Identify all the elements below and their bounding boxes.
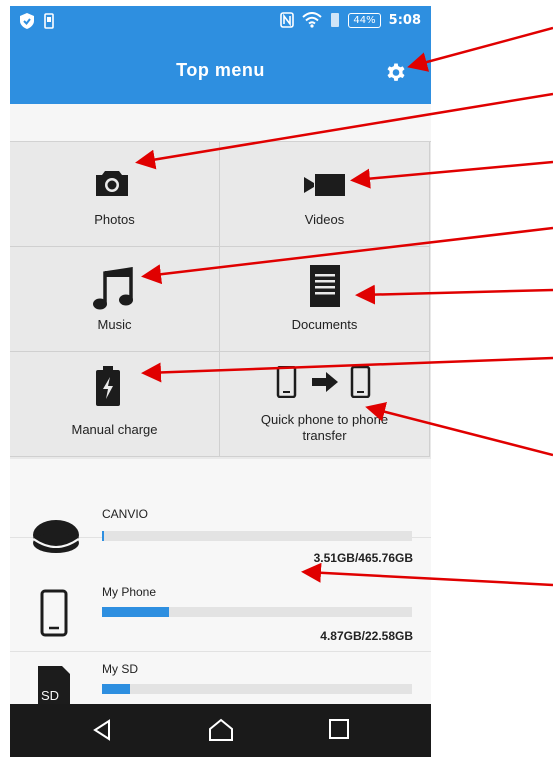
document-icon (310, 265, 340, 307)
menu-music[interactable]: Music (10, 247, 220, 352)
storage-usage-bar (102, 684, 412, 694)
page-title: Top menu (176, 60, 265, 80)
menu-quick-transfer[interactable]: Quick phone to phone transfer (220, 352, 430, 457)
storage-name: My SD (102, 662, 138, 676)
phone-transfer-icon (276, 366, 371, 398)
app-bar: Top menu (10, 36, 431, 104)
shield-icon (20, 13, 34, 29)
menu-manual-charge-label: Manual charge (71, 422, 158, 437)
storage-row-canvio[interactable]: CANVIO 3.51GB/465.76GB (10, 459, 431, 565)
smartphone-icon (40, 589, 68, 637)
storage-usage-fill (102, 531, 105, 541)
video-camera-icon (304, 174, 345, 196)
back-icon[interactable] (90, 718, 114, 742)
music-note-icon (93, 267, 133, 310)
battery-indicator: 44% (348, 12, 381, 28)
status-bar: 44% 5:08 (10, 6, 431, 36)
battery-charge-icon (96, 366, 120, 406)
external-drive-icon (32, 520, 80, 553)
camera-icon (96, 171, 128, 196)
menu-quick-transfer-label: Quick phone to phone transfer (260, 412, 389, 443)
recents-icon[interactable] (328, 718, 350, 740)
sim-icon (331, 13, 340, 27)
nfc-icon (280, 12, 295, 28)
status-time: 5:08 (388, 12, 421, 28)
storage-size: 4.87GB/22.58GB (320, 629, 413, 643)
storage-row-my-phone[interactable]: My Phone 4.87GB/22.58GB (10, 575, 431, 652)
storage-usage-fill (102, 684, 130, 694)
wifi-icon (302, 12, 323, 28)
storage-list: CANVIO 3.51GB/465.76GB My Phone 4.87GB/2… (10, 459, 431, 706)
menu-videos[interactable]: Videos (220, 142, 430, 247)
storage-usage-bar (102, 607, 412, 617)
storage-name: My Phone (102, 585, 157, 599)
phone-screen: 44% 5:08 Top menu Photos Videos Music Do… (10, 6, 431, 757)
sd-card-icon: SD (38, 666, 70, 706)
gear-icon[interactable] (384, 62, 408, 86)
menu-photos-label: Photos (94, 212, 135, 227)
svg-text:SD: SD (41, 688, 59, 703)
storage-usage-bar (102, 531, 412, 541)
storage-size: 3.51GB/465.76GB (313, 551, 413, 565)
menu-videos-label: Videos (304, 212, 345, 227)
menu-grid: Photos Videos Music Documents Manual cha… (10, 141, 431, 460)
menu-documents[interactable]: Documents (220, 247, 430, 352)
menu-documents-label: Documents (291, 317, 358, 332)
storage-name: CANVIO (102, 507, 149, 521)
storage-usage-fill (102, 607, 169, 617)
menu-photos[interactable]: Photos (10, 142, 220, 247)
nav-bar (10, 704, 431, 757)
menu-music-label: Music (97, 317, 132, 332)
phone-outline-icon (44, 13, 54, 29)
home-icon[interactable] (208, 718, 234, 742)
callout-arrow (407, 26, 553, 72)
menu-manual-charge[interactable]: Manual charge (10, 352, 220, 457)
